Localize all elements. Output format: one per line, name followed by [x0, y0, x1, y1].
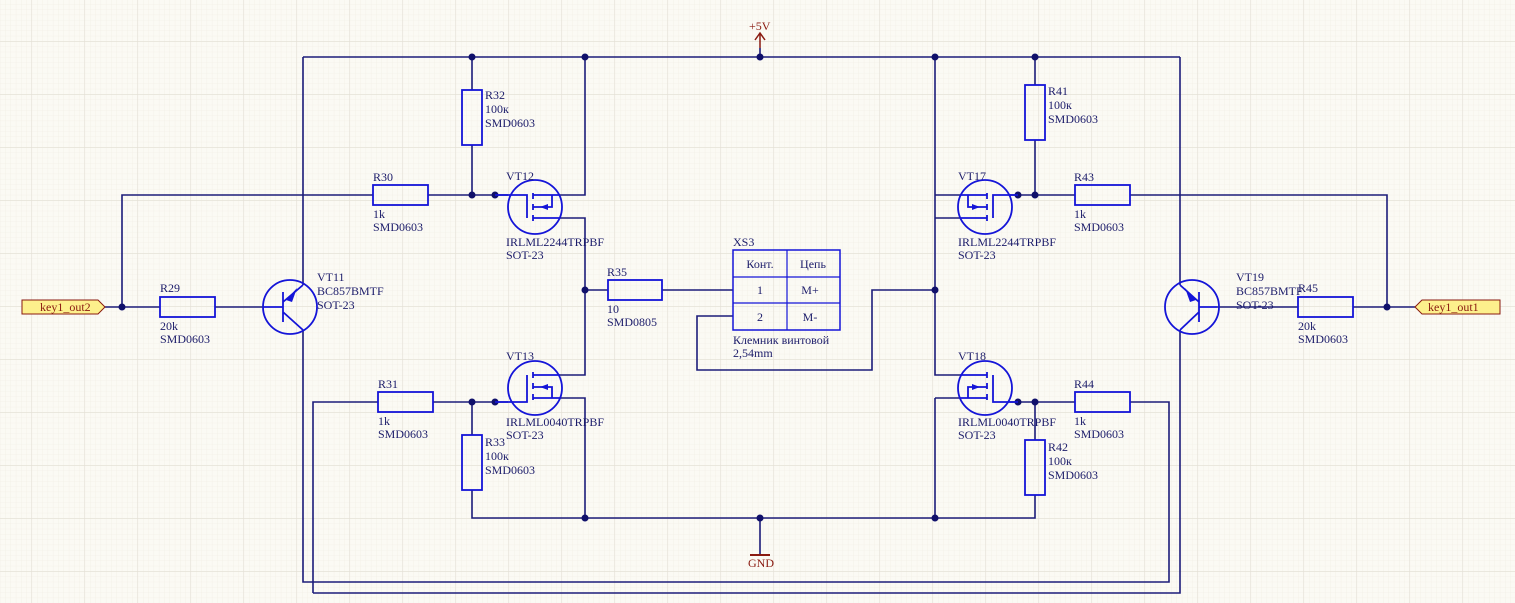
svg-text:XS3: XS3: [733, 235, 754, 249]
svg-text:100к: 100к: [485, 449, 509, 463]
svg-text:SOT-23: SOT-23: [958, 248, 996, 262]
svg-text:M+: M+: [801, 283, 819, 297]
svg-text:VT12: VT12: [506, 169, 534, 183]
svg-text:SMD0603: SMD0603: [160, 332, 210, 346]
svg-text:VT17: VT17: [958, 169, 986, 183]
svg-text:Цепь: Цепь: [800, 257, 826, 271]
svg-text:IRLML2244TRPBF: IRLML2244TRPBF: [958, 235, 1056, 249]
svg-text:1k: 1k: [373, 207, 385, 221]
svg-text:SOT-23: SOT-23: [1236, 298, 1274, 312]
svg-text:R44: R44: [1074, 377, 1094, 391]
svg-text:SMD0603: SMD0603: [1048, 468, 1098, 482]
svg-text:SOT-23: SOT-23: [958, 428, 996, 442]
svg-text:IRLML2244TRPBF: IRLML2244TRPBF: [506, 235, 604, 249]
svg-text:100к: 100к: [485, 102, 509, 116]
port-key1-out2[interactable]: key1_out2: [21, 299, 106, 315]
svg-text:SMD0603: SMD0603: [373, 220, 423, 234]
svg-text:key1_out2: key1_out2: [40, 300, 91, 314]
svg-text:BC857BMTF: BC857BMTF: [1236, 284, 1303, 298]
svg-text:2,54mm: 2,54mm: [733, 346, 773, 360]
gnd-symbol[interactable]: GND: [748, 554, 774, 570]
svg-text:SMD0603: SMD0603: [1298, 332, 1348, 346]
svg-text:SMD0603: SMD0603: [485, 463, 535, 477]
svg-text:VT19: VT19: [1236, 270, 1264, 284]
svg-text:1: 1: [757, 283, 763, 297]
svg-text:IRLML0040TRPBF: IRLML0040TRPBF: [506, 415, 604, 429]
svg-text:2: 2: [757, 310, 763, 324]
schematic-canvas[interactable]: +5V GND key1_out2 key1_out1 R29 20k SMD0…: [0, 0, 1515, 603]
svg-text:SOT-23: SOT-23: [506, 428, 544, 442]
svg-text:SOT-23: SOT-23: [506, 248, 544, 262]
svg-text:1k: 1k: [1074, 207, 1086, 221]
svg-text:R33: R33: [485, 435, 505, 449]
port-key1-out1[interactable]: key1_out1: [1414, 299, 1501, 315]
vcc-label: +5V: [749, 19, 771, 33]
svg-text:IRLML0040TRPBF: IRLML0040TRPBF: [958, 415, 1056, 429]
svg-text:1k: 1k: [378, 414, 390, 428]
svg-text:SMD0603: SMD0603: [485, 116, 535, 130]
svg-text:R42: R42: [1048, 440, 1068, 454]
svg-text:20k: 20k: [160, 319, 178, 333]
gnd-label: GND: [748, 556, 774, 570]
svg-text:R41: R41: [1048, 84, 1068, 98]
svg-text:Конт.: Конт.: [746, 257, 773, 271]
svg-text:VT18: VT18: [958, 349, 986, 363]
svg-text:M-: M-: [803, 310, 818, 324]
svg-text:SMD0805: SMD0805: [607, 315, 657, 329]
svg-text:VT11: VT11: [317, 270, 345, 284]
svg-text:BC857BMTF: BC857BMTF: [317, 284, 384, 298]
svg-text:10: 10: [607, 302, 619, 316]
svg-text:R35: R35: [607, 265, 627, 279]
svg-text:SMD0603: SMD0603: [378, 427, 428, 441]
svg-text:1k: 1k: [1074, 414, 1086, 428]
svg-text:SOT-23: SOT-23: [317, 298, 355, 312]
svg-text:R30: R30: [373, 170, 393, 184]
svg-text:Клемник винтовой: Клемник винтовой: [733, 333, 830, 347]
svg-text:VT13: VT13: [506, 349, 534, 363]
svg-text:SMD0603: SMD0603: [1074, 220, 1124, 234]
svg-text:SMD0603: SMD0603: [1074, 427, 1124, 441]
svg-text:100к: 100к: [1048, 98, 1072, 112]
svg-text:R43: R43: [1074, 170, 1094, 184]
svg-text:20k: 20k: [1298, 319, 1316, 333]
grid: [0, 0, 1515, 603]
svg-text:key1_out1: key1_out1: [1428, 300, 1479, 314]
svg-text:R29: R29: [160, 281, 180, 295]
svg-text:100к: 100к: [1048, 454, 1072, 468]
svg-text:SMD0603: SMD0603: [1048, 112, 1098, 126]
svg-text:R31: R31: [378, 377, 398, 391]
svg-text:R32: R32: [485, 88, 505, 102]
